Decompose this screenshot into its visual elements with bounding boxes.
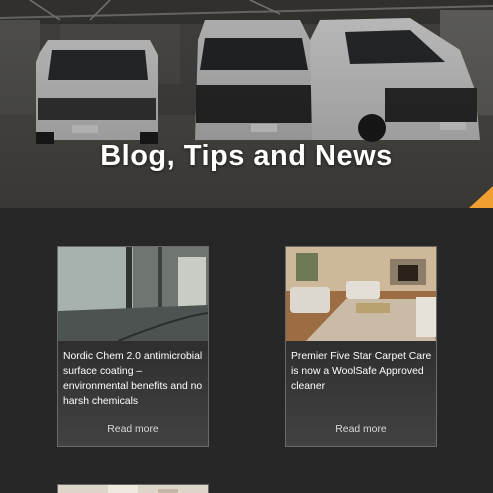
office-glass-partition-photo xyxy=(58,247,208,341)
bright-interior-photo xyxy=(58,485,208,493)
blog-card-title[interactable]: Premier Five Star Carpet Care is now a W… xyxy=(291,349,433,394)
page-title: Blog, Tips and News xyxy=(100,140,393,172)
blog-card[interactable] xyxy=(57,484,209,493)
orange-corner-accent xyxy=(469,186,493,208)
blog-card-image[interactable] xyxy=(58,247,208,341)
blog-card[interactable]: Premier Five Star Carpet Care is now a W… xyxy=(285,246,437,447)
blog-card-image[interactable] xyxy=(286,247,436,341)
living-room-fireplace-photo xyxy=(286,247,436,341)
blog-card-title[interactable]: Nordic Chem 2.0 antimicrobial surface co… xyxy=(63,349,205,409)
hero-overlay xyxy=(0,0,493,208)
blog-card[interactable]: Nordic Chem 2.0 antimicrobial surface co… xyxy=(57,246,209,447)
hero-banner: Blog, Tips and News xyxy=(0,0,493,208)
read-more-link[interactable]: Read more xyxy=(58,424,208,435)
read-more-link[interactable]: Read more xyxy=(286,424,436,435)
